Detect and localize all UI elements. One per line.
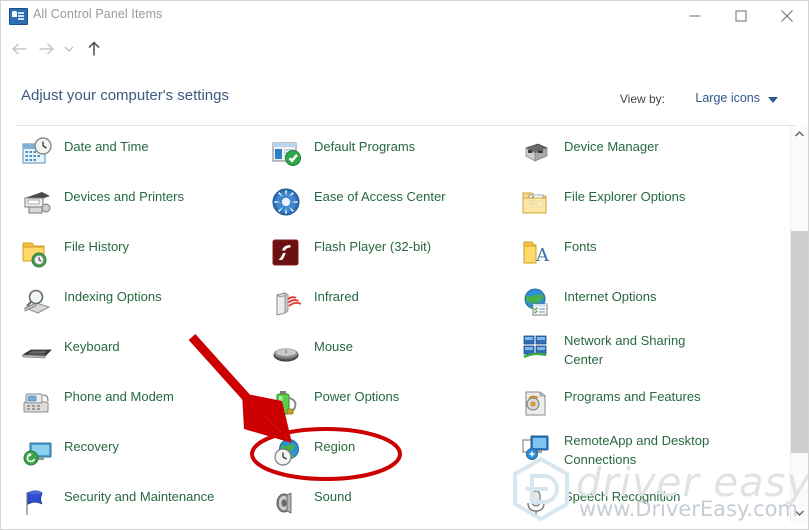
item-label: Internet Options [564, 287, 657, 306]
remoteapp-and-desktop-connections-icon [520, 430, 554, 464]
item-label: Power Options [314, 387, 399, 406]
title-bar: All Control Panel Items [1, 1, 809, 33]
file-history-icon [20, 236, 54, 270]
item-fonts[interactable]: A Fonts [520, 234, 750, 278]
page-title: Adjust your computer's settings [21, 87, 229, 104]
view-by-label: View by: [620, 92, 665, 106]
item-remoteapp-and-desktop-connections[interactable]: RemoteApp and Desktop Connections [520, 428, 750, 480]
item-label: Sound [314, 487, 352, 506]
item-label: Security and Maintenance [64, 487, 214, 506]
item-label: Flash Player (32-bit) [314, 237, 431, 256]
item-label: Recovery [64, 437, 119, 456]
recent-locations-icon[interactable] [59, 32, 79, 65]
item-default-programs[interactable]: Default Programs [270, 134, 485, 178]
item-file-explorer-options[interactable]: File Explorer Options [520, 184, 750, 228]
item-label: Indexing Options [64, 287, 162, 306]
ease-of-access-center-icon [270, 186, 304, 220]
region-icon [270, 436, 304, 470]
phone-and-modem-icon [20, 386, 54, 420]
default-programs-icon [270, 136, 304, 170]
item-power-options[interactable]: Power Options [270, 384, 485, 428]
item-mouse[interactable]: Mouse [270, 334, 485, 378]
item-label: File Explorer Options [564, 187, 685, 206]
control-panel-icon [9, 8, 28, 25]
back-arrow-icon[interactable] [7, 32, 33, 65]
file-explorer-options-icon [520, 186, 554, 220]
navigation-bar: › Control Panel › All Control Panel Item… [1, 32, 809, 65]
sound-icon [270, 486, 304, 520]
item-label: Network and Sharing Center [564, 331, 685, 369]
scroll-thumb[interactable] [791, 231, 808, 453]
view-by-dropdown[interactable]: Large icons [695, 91, 760, 105]
scroll-down-icon[interactable] [791, 505, 808, 522]
forward-arrow-icon[interactable] [33, 32, 59, 65]
item-internet-options[interactable]: Internet Options [520, 284, 750, 328]
item-label: Speech Recognition [564, 487, 680, 506]
item-label: Infrared [314, 287, 359, 306]
recovery-icon [20, 436, 54, 470]
close-button[interactable] [764, 1, 809, 31]
item-network-and-sharing-center[interactable]: Network and Sharing Center [520, 328, 750, 380]
scroll-up-icon[interactable] [791, 126, 808, 143]
keyboard-icon [20, 336, 54, 370]
devices-and-printers-icon [20, 186, 54, 220]
item-label: Devices and Printers [64, 187, 184, 206]
vertical-scrollbar[interactable] [790, 126, 808, 522]
item-label: RemoteApp and Desktop Connections [564, 431, 709, 469]
network-and-sharing-center-icon [520, 330, 554, 364]
item-keyboard[interactable]: Keyboard [20, 334, 235, 378]
infrared-icon [270, 286, 304, 320]
item-sound[interactable]: Sound [270, 484, 485, 522]
fonts-icon: A [520, 236, 554, 270]
maximize-button[interactable] [718, 1, 764, 31]
page-header: Adjust your computer's settings View by:… [1, 65, 809, 125]
mouse-icon [270, 336, 304, 370]
item-region[interactable]: Region [270, 434, 485, 478]
item-date-and-time[interactable]: Date and Time [20, 134, 235, 178]
item-label: Mouse [314, 337, 353, 356]
item-label: Device Manager [564, 137, 659, 156]
item-label: Phone and Modem [64, 387, 174, 406]
item-device-manager[interactable]: Device Manager [520, 134, 750, 178]
control-panel-window: All Control Panel Items [0, 0, 809, 530]
up-arrow-icon[interactable] [81, 32, 107, 65]
item-label: Ease of Access Center [314, 187, 446, 206]
chevron-down-icon[interactable] [768, 97, 778, 103]
item-programs-and-features[interactable]: Programs and Features [520, 384, 750, 428]
minimize-button[interactable] [672, 1, 718, 31]
flash-player-icon [270, 236, 304, 270]
item-label: Fonts [564, 237, 597, 256]
item-label: File History [64, 237, 129, 256]
svg-text:A: A [535, 245, 550, 266]
item-phone-and-modem[interactable]: Phone and Modem [20, 384, 235, 428]
device-manager-icon [520, 136, 554, 170]
internet-options-icon [520, 286, 554, 320]
item-flash-player[interactable]: Flash Player (32-bit) [270, 234, 485, 278]
item-label: Default Programs [314, 137, 415, 156]
item-label: Date and Time [64, 137, 149, 156]
items-grid: Date and Time Devices and Printers [2, 126, 792, 522]
date-and-time-icon [20, 136, 54, 170]
item-ease-of-access-center[interactable]: Ease of Access Center [270, 184, 485, 228]
indexing-options-icon [20, 286, 54, 320]
item-indexing-options[interactable]: Indexing Options [20, 284, 235, 328]
item-label: Programs and Features [564, 387, 701, 406]
programs-and-features-icon [520, 386, 554, 420]
item-speech-recognition[interactable]: Speech Recognition [520, 484, 750, 522]
item-file-history[interactable]: File History [20, 234, 235, 278]
item-devices-and-printers[interactable]: Devices and Printers [20, 184, 235, 228]
item-recovery[interactable]: Recovery [20, 434, 235, 478]
window-title: All Control Panel Items [33, 7, 162, 21]
security-and-maintenance-icon [20, 486, 54, 520]
item-label: Keyboard [64, 337, 120, 356]
item-infrared[interactable]: Infrared [270, 284, 485, 328]
speech-recognition-icon [520, 486, 554, 520]
item-security-and-maintenance[interactable]: Security and Maintenance [20, 484, 235, 522]
item-label: Region [314, 437, 355, 456]
power-options-icon [270, 386, 304, 420]
